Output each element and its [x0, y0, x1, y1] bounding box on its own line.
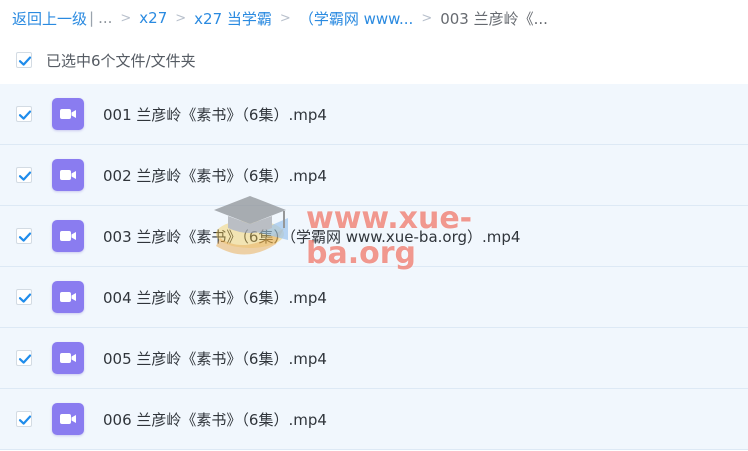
file-checkbox[interactable] [16, 289, 32, 305]
checkmark-icon [18, 110, 32, 120]
file-name[interactable]: 002 兰彦岭《素书》（6集）.mp4 [103, 165, 327, 186]
selection-bar: 已选中6个文件/文件夹 [0, 44, 748, 76]
select-all-checkbox[interactable] [16, 52, 32, 68]
file-checkbox[interactable] [16, 411, 32, 427]
back-to-parent-link[interactable]: 返回上一级 [12, 8, 87, 29]
file-row[interactable]: 004 兰彦岭《素书》（6集）.mp4 [0, 267, 748, 328]
video-file-icon [52, 403, 84, 435]
file-checkbox[interactable] [16, 350, 32, 366]
chevron-right-icon: > [175, 10, 187, 26]
selection-count-label: 已选中6个文件/文件夹 [46, 51, 196, 70]
chevron-right-icon: > [120, 10, 132, 26]
file-row[interactable]: 003 兰彦岭《素书》（6集）（学霸网 www.xue-ba.org）.mp4 [0, 206, 748, 267]
file-checkbox[interactable] [16, 228, 32, 244]
file-checkbox[interactable] [16, 167, 32, 183]
file-checkbox[interactable] [16, 106, 32, 122]
breadcrumb-pipe: | [89, 9, 95, 27]
breadcrumb: 返回上一级 | ... > x27 > x27 当学霸 > （学霸网 www..… [0, 0, 748, 36]
breadcrumb-current: 003 兰彦岭《... [440, 9, 548, 28]
file-name[interactable]: 006 兰彦岭《素书》（6集）.mp4 [103, 409, 327, 430]
chevron-right-icon: > [279, 10, 291, 26]
file-row[interactable]: 005 兰彦岭《素书》（6集）.mp4 [0, 328, 748, 389]
checkmark-icon [18, 56, 32, 66]
breadcrumb-item-x27[interactable]: x27 [139, 9, 167, 27]
video-file-icon [52, 98, 84, 130]
file-list: 001 兰彦岭《素书》（6集）.mp4 002 兰彦岭《素书》（6集）.mp4 … [0, 84, 748, 450]
checkmark-icon [18, 171, 32, 181]
file-name[interactable]: 003 兰彦岭《素书》（6集）（学霸网 www.xue-ba.org）.mp4 [103, 226, 520, 247]
video-file-icon [52, 220, 84, 252]
file-row[interactable]: 001 兰彦岭《素书》（6集）.mp4 [0, 84, 748, 145]
checkmark-icon [18, 354, 32, 364]
checkmark-icon [18, 293, 32, 303]
file-name[interactable]: 005 兰彦岭《素书》（6集）.mp4 [103, 348, 327, 369]
checkmark-icon [18, 415, 32, 425]
video-file-icon [52, 159, 84, 191]
file-name[interactable]: 004 兰彦岭《素书》（6集）.mp4 [103, 287, 327, 308]
file-row[interactable]: 006 兰彦岭《素书》（6集）.mp4 [0, 389, 748, 450]
breadcrumb-item-xueba-site[interactable]: （学霸网 www... [299, 8, 414, 29]
breadcrumb-ellipsis[interactable]: ... [98, 9, 112, 27]
breadcrumb-item-x27-dangxueba[interactable]: x27 当学霸 [194, 8, 272, 29]
file-row[interactable]: 002 兰彦岭《素书》（6集）.mp4 [0, 145, 748, 206]
video-file-icon [52, 342, 84, 374]
video-file-icon [52, 281, 84, 313]
checkmark-icon [18, 232, 32, 242]
chevron-right-icon: > [421, 10, 433, 26]
file-name[interactable]: 001 兰彦岭《素书》（6集）.mp4 [103, 104, 327, 125]
